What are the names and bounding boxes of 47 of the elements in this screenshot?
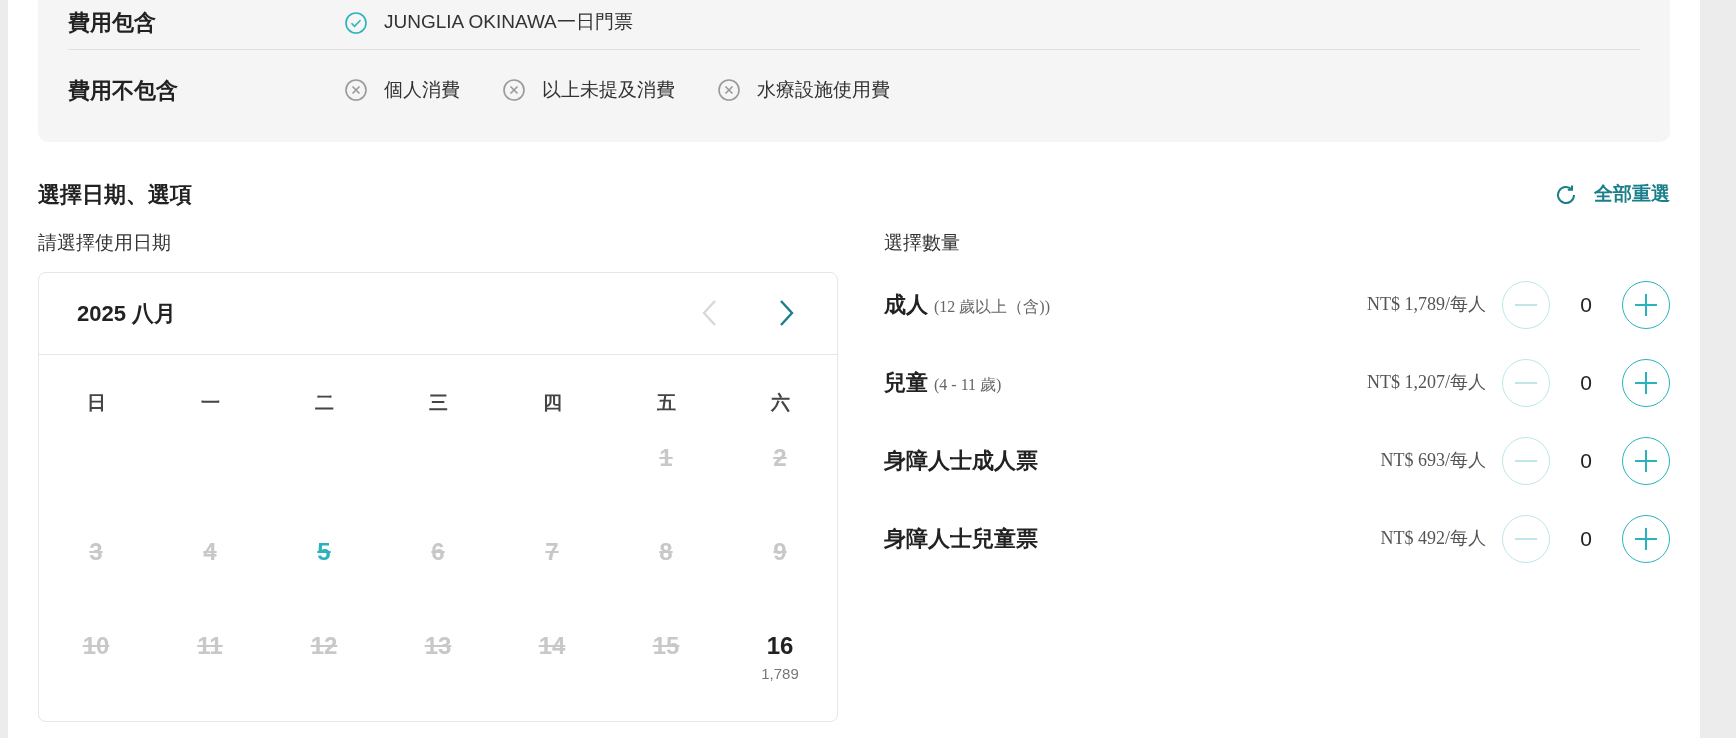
x-circle-icon — [717, 78, 741, 102]
section-title: 選擇日期、選項 — [38, 181, 192, 209]
weekday-label: 六 — [769, 390, 791, 415]
ticket-count: 0 — [1579, 525, 1593, 552]
quantity-label: 選擇數量 — [884, 231, 961, 255]
weekday-label: 五 — [655, 390, 677, 415]
minus-icon — [1515, 459, 1537, 462]
fee-item: 水療設施使用費 — [757, 77, 890, 102]
weekday-label: 一 — [199, 390, 221, 415]
ticket-price: NT$ 693/每人 — [1380, 449, 1486, 472]
ticket-note: (4 - 11 歲) — [934, 375, 1002, 396]
ticket-name: 身障人士兒童票 — [884, 525, 1038, 553]
check-circle-icon — [344, 10, 368, 35]
fee-item: JUNGLIA OKINAWA一日門票 — [384, 10, 633, 35]
ticket-name: 身障人士成人票 — [884, 447, 1038, 475]
calendar-day: 5 — [317, 536, 331, 567]
minus-icon — [1515, 537, 1537, 540]
plus-icon — [1634, 526, 1658, 551]
minus-icon — [1515, 303, 1537, 306]
x-circle-icon — [502, 78, 526, 102]
fee-item: 個人消費 — [384, 77, 460, 102]
x-circle-icon — [344, 78, 368, 102]
row-label: 費用不包含 — [68, 76, 179, 105]
ticket-count: 0 — [1579, 291, 1593, 318]
ticket-name: 成人 — [884, 291, 928, 319]
fee-item: 以上未提及消費 — [542, 77, 675, 102]
calendar-month: 2025 八月 — [77, 299, 177, 328]
calendar-day[interactable]: 16 — [766, 630, 794, 661]
plus-icon — [1634, 448, 1658, 473]
day-price: 1,789 — [761, 664, 799, 683]
ticket-name: 兒童 — [884, 369, 928, 397]
ticket-count: 0 — [1579, 447, 1593, 474]
plus-icon — [1634, 370, 1658, 395]
weekday-label: 二 — [313, 390, 335, 415]
minus-icon — [1515, 381, 1537, 384]
reset-button[interactable]: 全部重選 — [1554, 180, 1670, 209]
row-label: 費用包含 — [68, 9, 157, 37]
ticket-price: NT$ 1,207/每人 — [1367, 371, 1486, 394]
date-label: 請選擇使用日期 — [38, 231, 172, 255]
ticket-price: NT$ 1,789/每人 — [1367, 293, 1486, 316]
weekday-label: 三 — [427, 390, 449, 415]
ticket-price: NT$ 492/每人 — [1380, 527, 1486, 550]
ticket-count: 0 — [1579, 369, 1593, 396]
ticket-note: (12 歲以上（含)) — [934, 297, 1050, 318]
plus-icon — [1634, 292, 1658, 317]
weekday-label: 日 — [85, 390, 107, 415]
weekday-label: 四 — [541, 390, 563, 415]
